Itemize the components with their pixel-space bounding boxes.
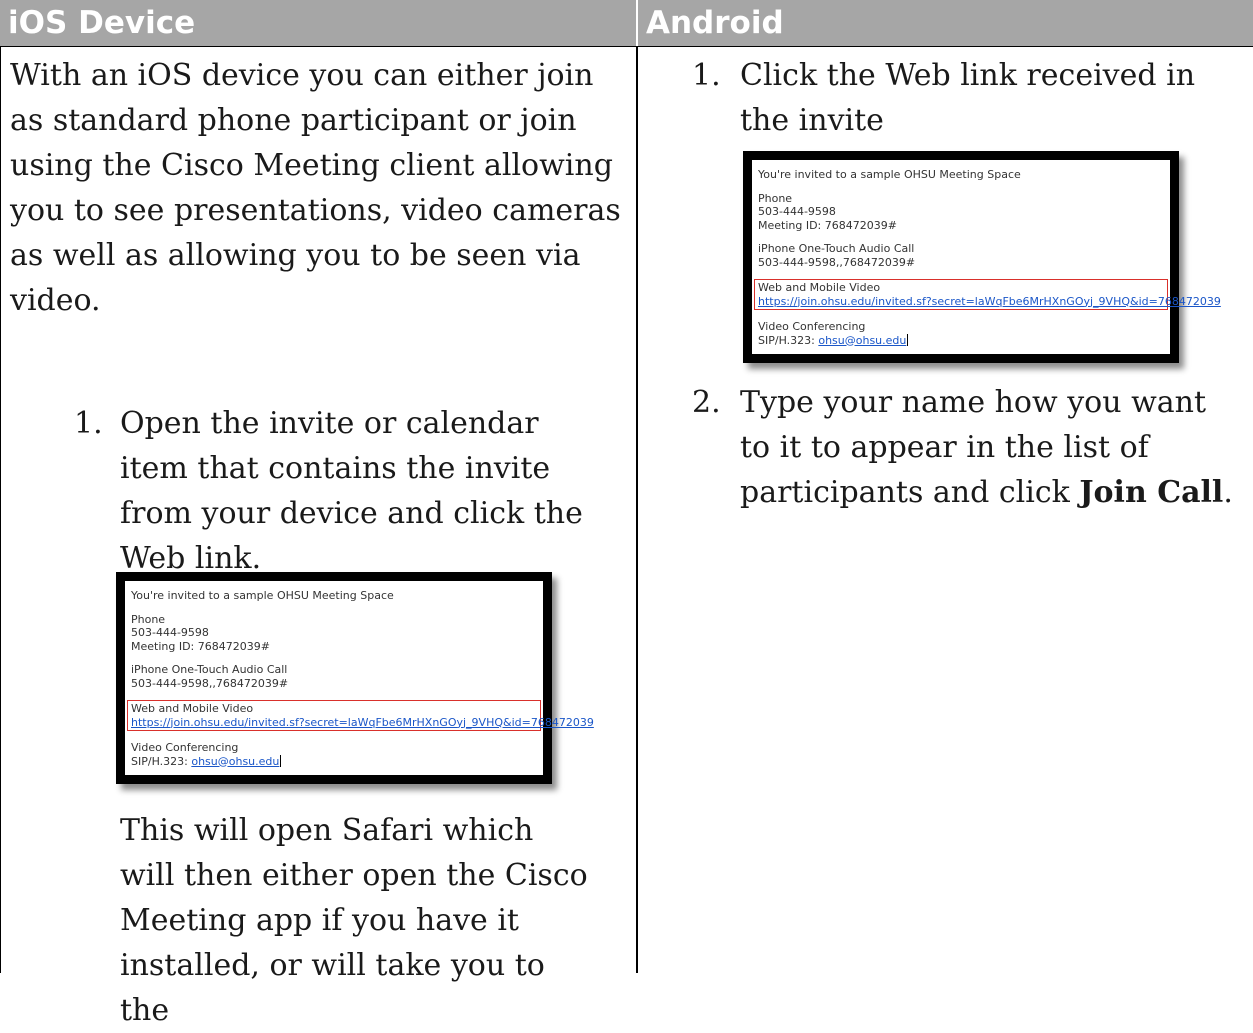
invite-iphone-label: iPhone One-Touch Audio Call [758, 242, 915, 255]
invite-sip-prefix: SIP/H.323: [758, 333, 819, 347]
invite-phone-label: Phone [131, 612, 166, 626]
invite-sip-address[interactable]: ohsu@ohsu.edu [191, 755, 279, 768]
ios-step1-text: Open the invite or calendar item that co… [120, 406, 583, 576]
invite-web-label: Web and Mobile Video [758, 281, 881, 294]
android-invite-screenshot: You're invited to a sample OHSU Meeting … [743, 151, 1221, 363]
ios-invite-screenshot: You're invited to a sample OHSU Meeting … [116, 572, 594, 784]
ios-after-text: This will open Safari which will then ei… [120, 813, 588, 1028]
invite-sip-prefix: SIP/H.323: [131, 754, 192, 768]
invite-phone-number: 503-444-9598 [758, 205, 836, 218]
text-cursor [280, 754, 282, 767]
invite-meeting-id: Meeting ID: 768472039# [131, 639, 270, 653]
invite-web-link[interactable]: https://join.ohsu.edu/invited.sf?secret=… [758, 295, 1221, 308]
invite-sip-address[interactable]: ohsu@ohsu.edu [818, 334, 906, 347]
invite-iphone-label: iPhone One-Touch Audio Call [131, 663, 288, 676]
invite-web-link[interactable]: https://join.ohsu.edu/invited.sf?secret=… [131, 716, 594, 729]
invite-title: You're invited to a sample OHSU Meeting … [758, 168, 1021, 181]
table-left-border [0, 46, 1, 973]
join-call-label: Join Call [1079, 475, 1224, 510]
invite-phone-number: 503-444-9598 [131, 626, 209, 639]
android-step2-text: Type your name how you want to it to app… [740, 380, 1240, 515]
android-header: Android [638, 0, 1253, 46]
android-step2-number: 2. [692, 385, 721, 420]
instructions-table: iOS Device Android With an iOS device yo… [0, 0, 1253, 1028]
invite-title: You're invited to a sample OHSU Meeting … [131, 589, 394, 602]
android-step1-number: 1. [692, 58, 721, 93]
web-link-highlight: Web and Mobile Video https://join.ohsu.e… [127, 700, 594, 731]
ios-intro: With an iOS device you can either join a… [10, 58, 621, 318]
invite-video-label: Video Conferencing [758, 320, 866, 333]
invite-iphone-number: 503-444-9598,,768472039# [758, 255, 916, 269]
header-divider [0, 46, 1253, 47]
ios-step1-number: 1. [74, 406, 103, 441]
invite-phone-label: Phone [758, 191, 793, 205]
android-step1-text: Click the Web link received in the invit… [740, 58, 1196, 138]
invite-meeting-id: Meeting ID: 768472039# [758, 218, 897, 232]
android-step2-period: . [1223, 475, 1233, 510]
invite-video-label: Video Conferencing [131, 741, 239, 754]
text-cursor [907, 333, 909, 346]
web-link-highlight: Web and Mobile Video https://join.ohsu.e… [754, 279, 1221, 310]
invite-iphone-number: 503-444-9598,,768472039# [131, 676, 289, 690]
column-divider [636, 46, 638, 973]
ios-header: iOS Device [0, 0, 636, 46]
invite-web-label: Web and Mobile Video [131, 702, 254, 715]
